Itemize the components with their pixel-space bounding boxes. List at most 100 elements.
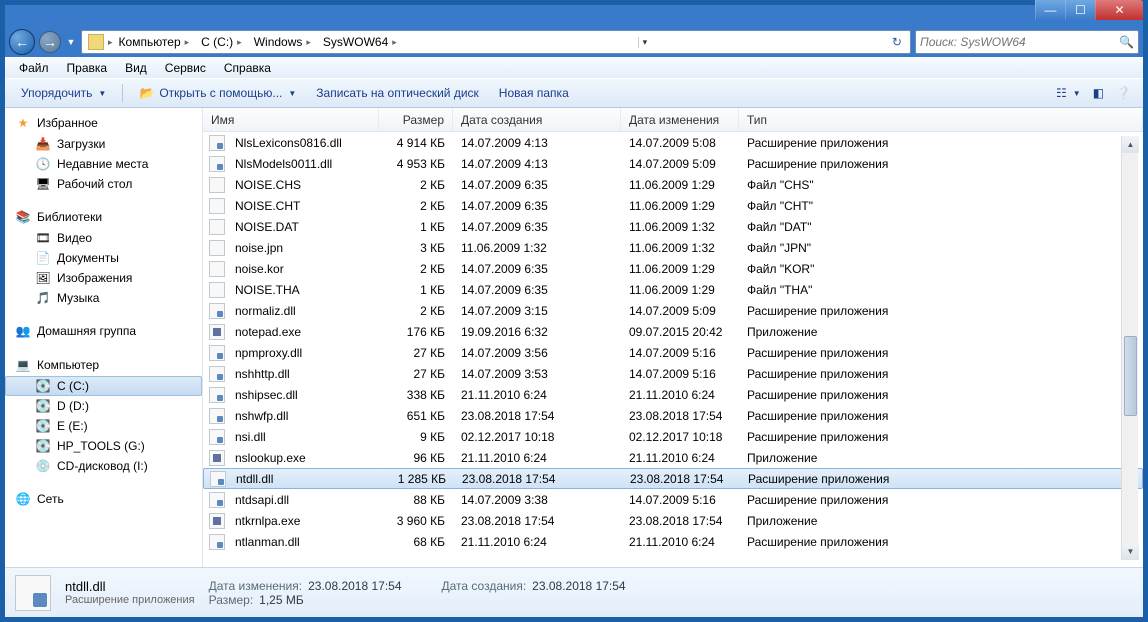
breadcrumb[interactable]: ▸ Компьютер ▸ C (C:) ▸ Windows ▸ SysWOW6… [81,30,911,54]
menu-view[interactable]: Вид [117,59,155,77]
breadcrumb-item[interactable]: Компьютер ▸ [113,33,196,51]
file-icon [209,492,225,508]
file-name: NlsLexicons0816.dll [227,136,379,150]
sidebar-computer[interactable]: 💻Компьютер [5,354,202,376]
file-row[interactable]: ntdsapi.dll88 КБ14.07.2009 3:3814.07.200… [203,489,1143,510]
file-row[interactable]: NOISE.THA1 КБ14.07.2009 6:3511.06.2009 1… [203,279,1143,300]
view-options-button[interactable]: ☷ ▼ [1052,83,1085,103]
file-row[interactable]: noise.kor2 КБ14.07.2009 6:3511.06.2009 1… [203,258,1143,279]
sidebar-item-cd[interactable]: 💿CD-дисковод (I:) [5,456,202,476]
file-row[interactable]: NOISE.DAT1 КБ14.07.2009 6:3511.06.2009 1… [203,216,1143,237]
file-modified: 09.07.2015 20:42 [621,325,739,339]
refresh-button[interactable]: ↻ [886,35,908,49]
sidebar-item-drive-e[interactable]: 💽E (E:) [5,416,202,436]
sidebar-item-music[interactable]: 🎵Музыка [5,288,202,308]
file-created: 23.08.2018 17:54 [454,472,622,486]
file-type: Файл "JPN" [739,241,1143,255]
menu-file[interactable]: Файл [11,59,57,77]
sidebar-item-videos[interactable]: 🎞Видео [5,228,202,248]
drive-icon: 💽 [35,378,51,394]
details-filename: ntdll.dll [65,579,195,594]
sidebar-item-documents[interactable]: 📄Документы [5,248,202,268]
sidebar-item-drive-c[interactable]: 💽C (C:) [5,376,202,396]
maximize-button[interactable]: ☐ [1065,0,1095,20]
forward-button[interactable]: → [39,31,61,53]
file-size: 27 КБ [379,367,453,381]
breadcrumb-item[interactable]: C (C:) ▸ [195,33,248,51]
sidebar-item-recent[interactable]: 🕓Недавние места [5,154,202,174]
file-name: nsi.dll [227,430,379,444]
file-row[interactable]: ntdll.dll1 285 КБ23.08.2018 17:5423.08.2… [203,468,1143,489]
sidebar-libraries[interactable]: 📚Библиотеки [5,206,202,228]
file-row[interactable]: npmproxy.dll27 КБ14.07.2009 3:5614.07.20… [203,342,1143,363]
file-size: 4 953 КБ [379,157,453,171]
file-row[interactable]: normaliz.dll2 КБ14.07.2009 3:1514.07.200… [203,300,1143,321]
details-prop-label: Дата создания: [442,579,527,593]
file-modified: 11.06.2009 1:32 [621,241,739,255]
content-pane: Имя Размер Дата создания Дата изменения … [203,108,1143,567]
file-row[interactable]: ntkrnlpa.exe3 960 КБ23.08.2018 17:5423.0… [203,510,1143,531]
file-row[interactable]: noise.jpn3 КБ11.06.2009 1:3211.06.2009 1… [203,237,1143,258]
menu-help[interactable]: Справка [216,59,279,77]
back-button[interactable]: ← [9,29,35,55]
organize-button[interactable]: Упорядочить▼ [13,83,114,103]
search-icon[interactable]: 🔍 [1119,35,1134,49]
music-icon: 🎵 [35,290,51,306]
breadcrumb-item[interactable]: Windows ▸ [248,33,317,51]
file-size: 2 КБ [379,262,453,276]
file-row[interactable]: NOISE.CHT2 КБ14.07.2009 6:3511.06.2009 1… [203,195,1143,216]
sidebar-item-drive-g[interactable]: 💽HP_TOOLS (G:) [5,436,202,456]
file-row[interactable]: nshhttp.dll27 КБ14.07.2009 3:5314.07.200… [203,363,1143,384]
file-size: 651 КБ [379,409,453,423]
search-input[interactable] [920,35,1119,49]
preview-pane-button[interactable]: ◧ [1089,83,1108,103]
close-button[interactable]: ✕ [1095,0,1143,20]
search-box[interactable]: 🔍 [915,30,1139,54]
file-row[interactable]: NOISE.CHS2 КБ14.07.2009 6:3511.06.2009 1… [203,174,1143,195]
file-type: Расширение приложения [740,472,1142,486]
file-row[interactable]: nslookup.exe96 КБ21.11.2010 6:2421.11.20… [203,447,1143,468]
scrollbar-thumb[interactable] [1124,336,1137,416]
file-icon [209,303,225,319]
breadcrumb-dropdown[interactable]: ▾ [638,37,652,48]
col-name[interactable]: Имя [203,108,379,131]
sidebar-item-drive-d[interactable]: 💽D (D:) [5,396,202,416]
scrollbar[interactable]: ▲ ▼ [1121,136,1138,560]
sidebar-item-desktop[interactable]: 🖥Рабочий стол [5,174,202,194]
col-type[interactable]: Тип [739,108,1143,131]
sidebar-favorites[interactable]: ★Избранное [5,112,202,134]
file-row[interactable]: notepad.exe176 КБ19.09.2016 6:3209.07.20… [203,321,1143,342]
file-row[interactable]: nshwfp.dll651 КБ23.08.2018 17:5423.08.20… [203,405,1143,426]
open-with-button[interactable]: 📂Открыть с помощью...▼ [131,82,304,104]
col-modified[interactable]: Дата изменения [621,108,739,131]
file-created: 14.07.2009 6:35 [453,199,621,213]
file-modified: 11.06.2009 1:29 [621,283,739,297]
file-list[interactable]: NlsLexicons0816.dll4 914 КБ14.07.2009 4:… [203,132,1143,567]
breadcrumb-item[interactable]: SysWOW64 ▸ [317,33,403,51]
help-button[interactable]: ❔ [1112,83,1135,103]
sidebar-homegroup[interactable]: 👥Домашняя группа [5,320,202,342]
file-row[interactable]: ntlanman.dll68 КБ21.11.2010 6:2421.11.20… [203,531,1143,552]
sidebar-item-downloads[interactable]: 📥Загрузки [5,134,202,154]
file-row[interactable]: nsi.dll9 КБ02.12.2017 10:1802.12.2017 10… [203,426,1143,447]
menu-edit[interactable]: Правка [59,59,116,77]
file-row[interactable]: nshipsec.dll338 КБ21.11.2010 6:2421.11.2… [203,384,1143,405]
file-name: ntdsapi.dll [227,493,379,507]
scroll-up-button[interactable]: ▲ [1122,136,1139,153]
file-type: Файл "THA" [739,283,1143,297]
file-row[interactable]: NlsModels0011.dll4 953 КБ14.07.2009 4:13… [203,153,1143,174]
new-folder-button[interactable]: Новая папка [491,83,577,103]
menu-tools[interactable]: Сервис [157,59,214,77]
file-row[interactable]: NlsLexicons0816.dll4 914 КБ14.07.2009 4:… [203,132,1143,153]
sidebar-item-pictures[interactable]: 🖼Изображения [5,268,202,288]
file-size: 4 914 КБ [379,136,453,150]
minimize-button[interactable]: — [1035,0,1065,20]
file-size: 9 КБ [379,430,453,444]
file-created: 14.07.2009 6:35 [453,283,621,297]
sidebar-network[interactable]: 🌐Сеть [5,488,202,510]
burn-button[interactable]: Записать на оптический диск [308,83,487,103]
scroll-down-button[interactable]: ▼ [1122,543,1139,560]
col-size[interactable]: Размер [379,108,453,131]
col-created[interactable]: Дата создания [453,108,621,131]
history-dropdown[interactable]: ▼ [65,37,77,47]
